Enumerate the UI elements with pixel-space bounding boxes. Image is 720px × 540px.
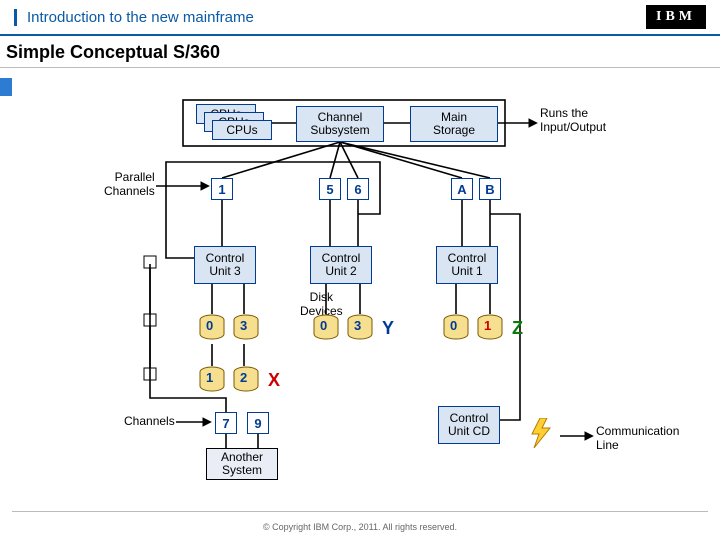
- slide-header: Introduction to the new mainframe IBM: [0, 0, 720, 36]
- another-system-block: Another System: [206, 448, 278, 480]
- bus-letter-y: Y: [382, 318, 394, 339]
- channel-id-B: B: [479, 178, 501, 200]
- disk-id: 1: [206, 370, 213, 385]
- slide-title: Simple Conceptual S/360: [0, 36, 720, 68]
- ibm-logo: IBM: [646, 5, 706, 29]
- control-unit-2: Control Unit 2: [310, 246, 372, 284]
- disk-id: 2: [240, 370, 247, 385]
- bus-letter-x: X: [268, 370, 280, 391]
- cpu-stack-front: CPUs: [212, 120, 272, 140]
- footer-rule: [12, 511, 708, 512]
- bus-letter-z: Z: [512, 318, 523, 339]
- channel-id-A: A: [451, 178, 473, 200]
- channel-subsystem-block: Channel Subsystem: [296, 106, 384, 142]
- main-storage-block: Main Storage: [410, 106, 498, 142]
- channel-id-9: 9: [247, 412, 269, 434]
- parallel-channels-label: Parallel Channels: [104, 170, 155, 198]
- diagram-canvas: CPUs CPUs CPUs Channel Subsystem Main St…: [0, 68, 720, 508]
- channel-id-6: 6: [347, 178, 369, 200]
- control-unit-3: Control Unit 3: [194, 246, 256, 284]
- control-unit-1: Control Unit 1: [436, 246, 498, 284]
- control-unit-cd: Control Unit CD: [438, 406, 500, 444]
- channel-id-5: 5: [319, 178, 341, 200]
- communication-line-label: Communication Line: [596, 424, 679, 452]
- lightning-icon: [530, 418, 552, 448]
- copyright-footer: © Copyright IBM Corp., 2011. All rights …: [0, 522, 720, 532]
- disk-id: 3: [354, 318, 361, 333]
- channel-id-7: 7: [215, 412, 237, 434]
- disk-id: 0: [206, 318, 213, 333]
- disk-id: 1: [484, 318, 491, 333]
- runs-io-label: Runs the Input/Output: [540, 106, 606, 134]
- channels-label: Channels: [124, 414, 175, 428]
- disk-id: 0: [320, 318, 327, 333]
- disk-id: 3: [240, 318, 247, 333]
- header-subtitle: Introduction to the new mainframe: [14, 9, 254, 26]
- channel-id-1: 1: [211, 178, 233, 200]
- disk-id: 0: [450, 318, 457, 333]
